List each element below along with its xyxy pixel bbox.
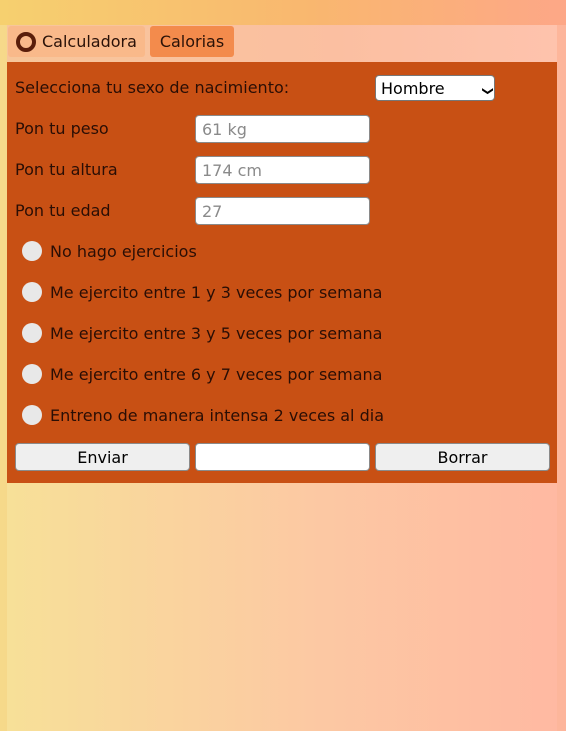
sex-select[interactable]: Hombre ❮ bbox=[375, 75, 495, 101]
height-input[interactable]: 174 cm bbox=[195, 156, 370, 184]
age-input[interactable]: 27 bbox=[195, 197, 370, 225]
activity-label: Me ejercito entre 3 y 5 veces por semana bbox=[50, 323, 383, 343]
result-field[interactable] bbox=[195, 443, 370, 471]
age-label: Pon tu edad bbox=[15, 201, 111, 220]
radio-button[interactable] bbox=[22, 364, 42, 384]
calorie-form: Selecciona tu sexo de nacimiento: Hombre… bbox=[7, 62, 557, 483]
tab-calorias-label: Calorias bbox=[159, 32, 225, 51]
tab-calculadora[interactable]: Calculadora bbox=[8, 26, 145, 57]
tab-calculadora-label: Calculadora bbox=[42, 32, 137, 51]
submit-button[interactable]: Enviar bbox=[15, 443, 190, 471]
tab-calorias[interactable]: Calorias bbox=[150, 26, 234, 57]
activity-label: Me ejercito entre 1 y 3 veces por semana bbox=[50, 282, 383, 302]
activity-label: Entreno de manera intensa 2 veces al dia bbox=[50, 405, 384, 425]
activity-option-intense[interactable]: Entreno de manera intensa 2 veces al dia bbox=[22, 404, 384, 426]
activity-option-1-3[interactable]: Me ejercito entre 1 y 3 veces por semana bbox=[22, 281, 382, 303]
activity-option-3-5[interactable]: Me ejercito entre 3 y 5 veces por semana bbox=[22, 322, 382, 344]
radio-button[interactable] bbox=[22, 323, 42, 343]
weight-input[interactable]: 61 kg bbox=[195, 115, 370, 143]
top-bar bbox=[0, 0, 566, 25]
radio-button[interactable] bbox=[22, 241, 42, 261]
activity-label: No hago ejercicios bbox=[50, 241, 197, 261]
chevron-down-icon: ❮ bbox=[480, 85, 494, 96]
weight-label: Pon tu peso bbox=[15, 119, 109, 138]
activity-option-6-7[interactable]: Me ejercito entre 6 y 7 veces por semana bbox=[22, 363, 382, 385]
tab-bar: Calculadora Calorias bbox=[7, 25, 557, 62]
sex-label: Selecciona tu sexo de nacimiento: bbox=[15, 78, 290, 97]
radio-button[interactable] bbox=[22, 282, 42, 302]
activity-label: Me ejercito entre 6 y 7 veces por semana bbox=[50, 364, 383, 384]
activity-option-none[interactable]: No hago ejercicios bbox=[22, 240, 197, 262]
radio-button[interactable] bbox=[22, 405, 42, 425]
sex-select-value: Hombre bbox=[381, 78, 445, 98]
clear-button[interactable]: Borrar bbox=[375, 443, 550, 471]
height-label: Pon tu altura bbox=[15, 160, 118, 179]
ring-icon bbox=[16, 31, 36, 52]
